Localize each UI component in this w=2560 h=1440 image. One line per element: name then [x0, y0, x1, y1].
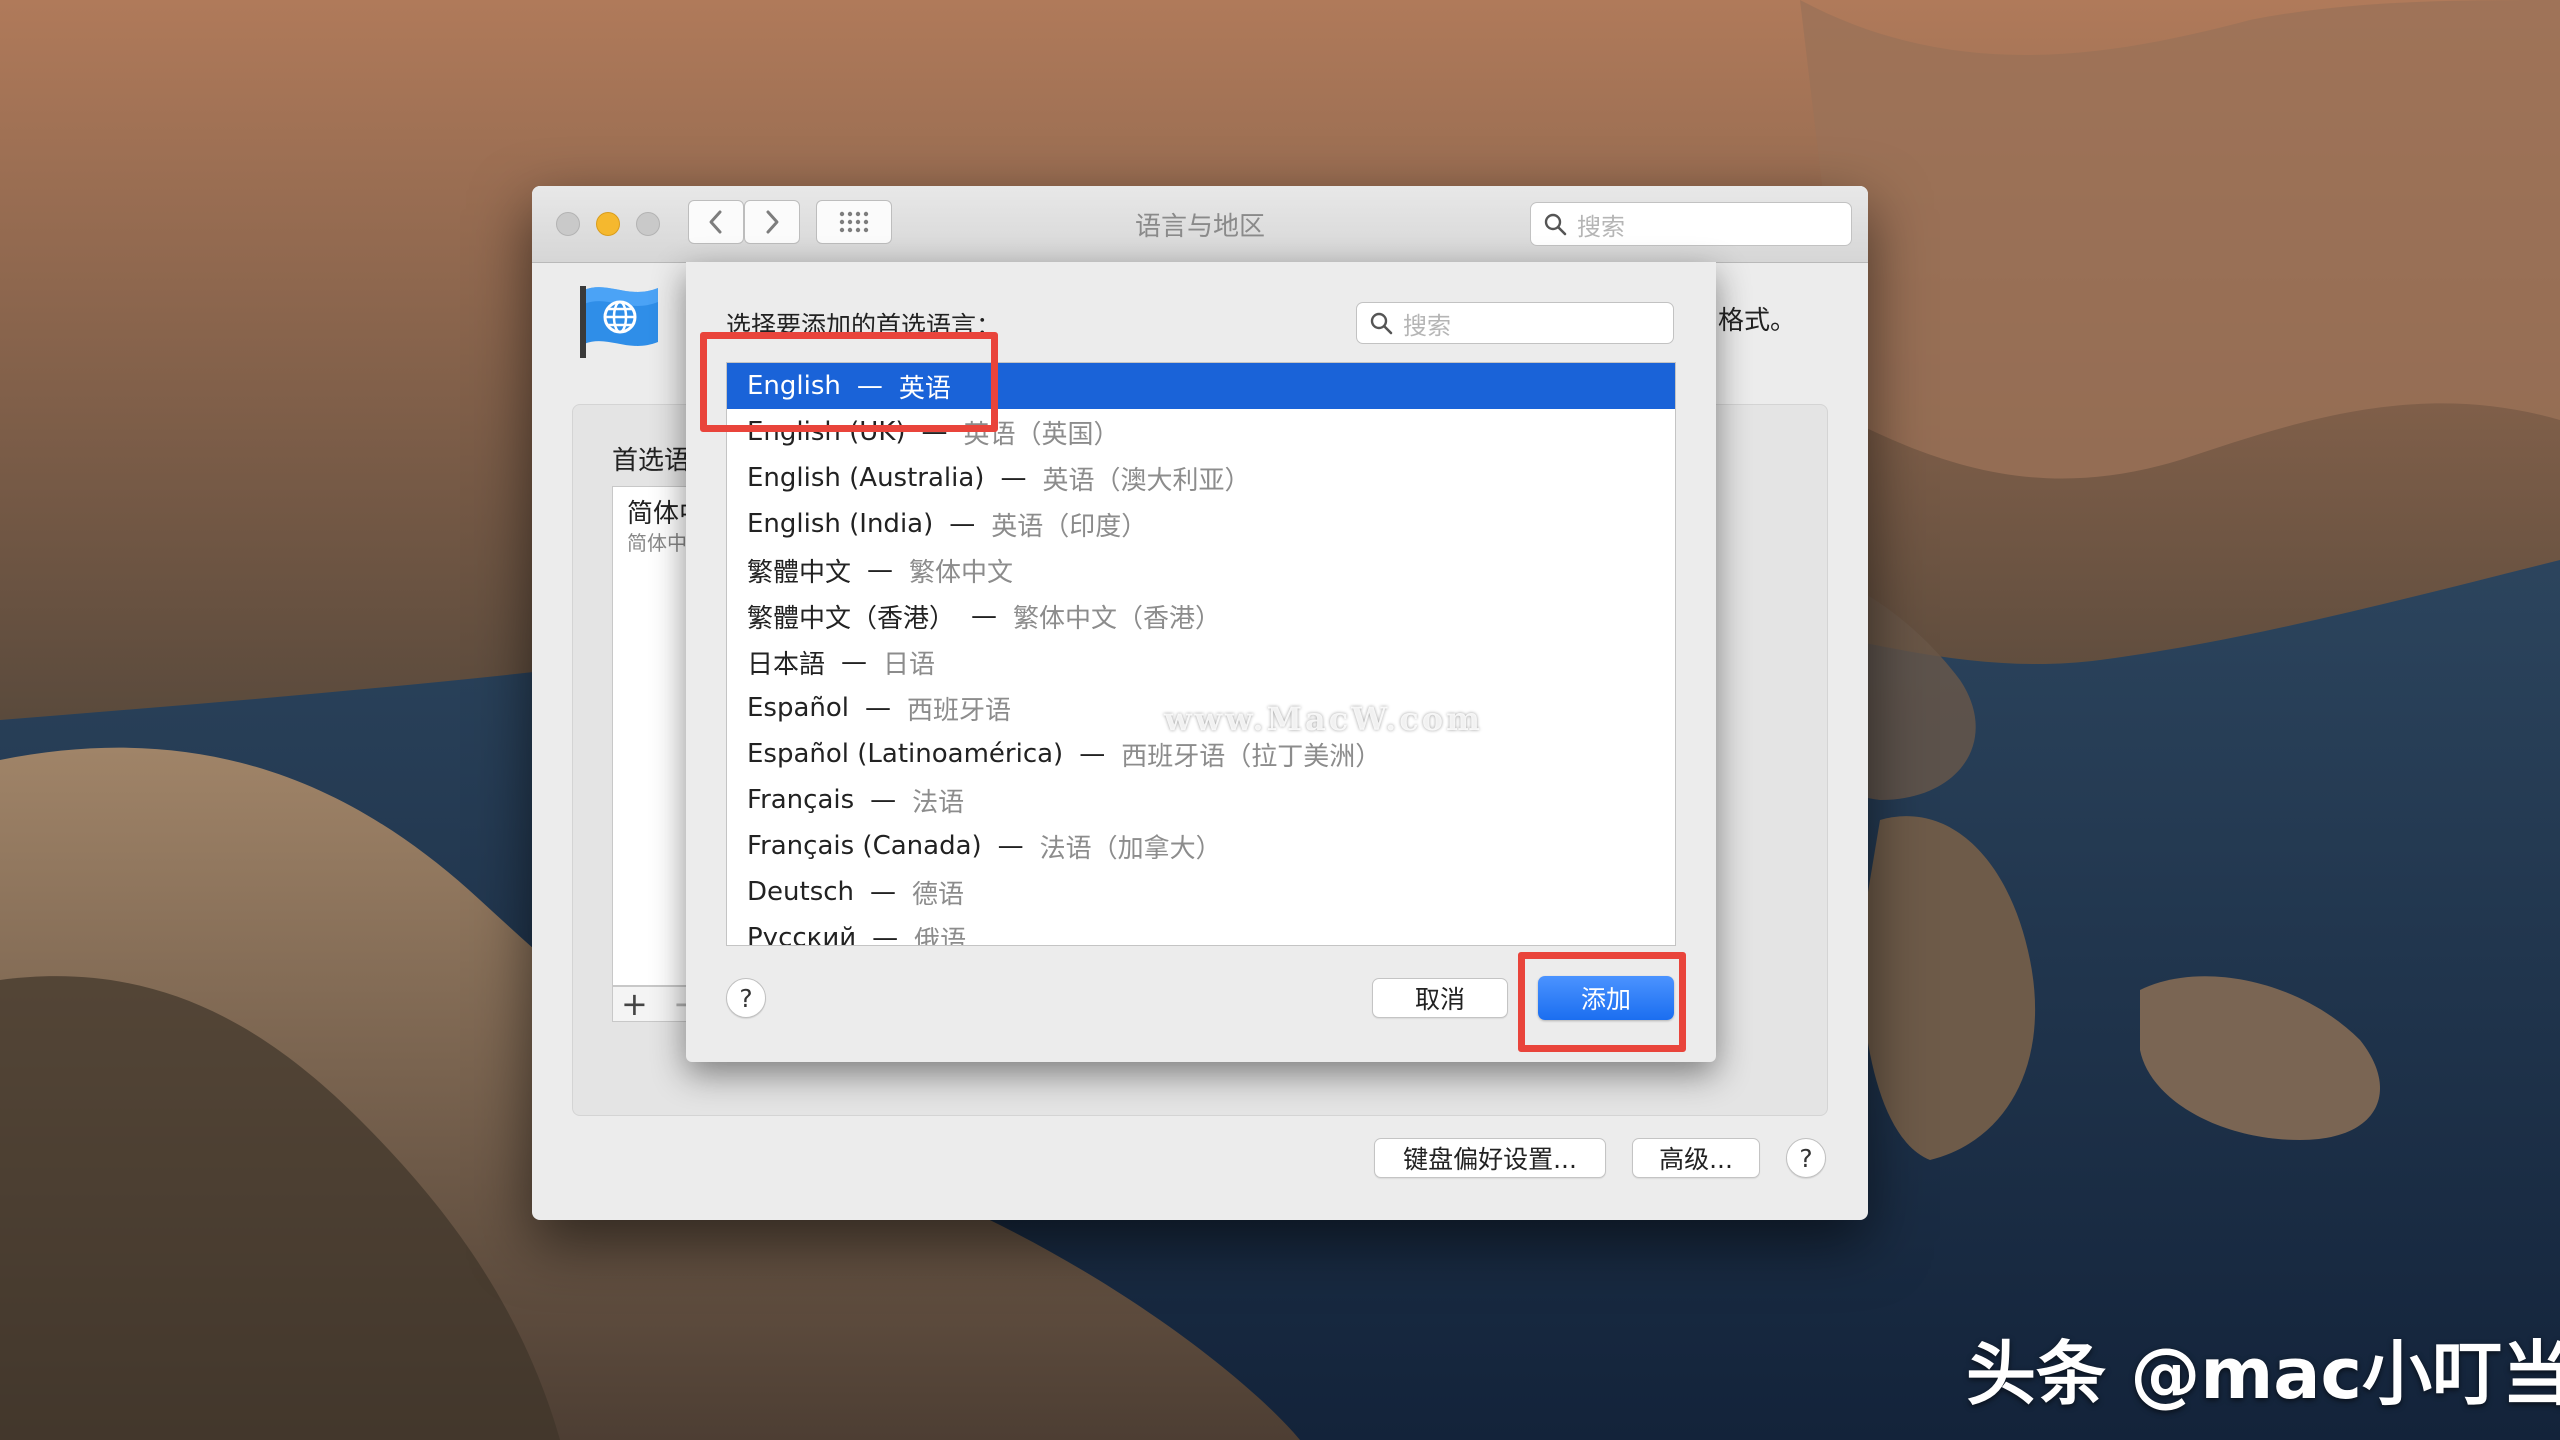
- language-native-name: English (Australia): [747, 463, 985, 493]
- language-localized-name: 俄语: [914, 925, 967, 946]
- language-localized-name: 德语: [912, 879, 965, 910]
- language-native-name: Español (Latinoamérica): [747, 739, 1064, 769]
- language-separator: —: [870, 785, 897, 815]
- language-native-name: Русский: [747, 923, 857, 946]
- window-help-button[interactable]: ?: [1786, 1138, 1826, 1178]
- language-separator: —: [872, 923, 899, 946]
- dialog-help-button[interactable]: ?: [726, 978, 766, 1018]
- language-separator: —: [867, 555, 894, 585]
- preferred-languages-label: 首选语: [612, 446, 691, 476]
- language-row[interactable]: English (Australia) — 英语（澳大利亚）: [727, 455, 1675, 501]
- language-search-placeholder: 搜索: [1403, 311, 1451, 340]
- language-localized-name: 西班牙语: [907, 695, 1012, 726]
- language-native-name: 日本語: [747, 649, 826, 680]
- watermark: www.MacW.com: [1104, 700, 1483, 738]
- language-localized-name: 英语（澳大利亚）: [1042, 465, 1251, 496]
- language-localized-name: 日语: [883, 649, 936, 680]
- language-localized-name: 繁体中文: [909, 557, 1014, 588]
- window-search-placeholder: 搜索: [1577, 212, 1625, 241]
- language-native-name: Español: [747, 693, 850, 723]
- language-search-field[interactable]: 搜索: [1356, 302, 1674, 344]
- add-language-button[interactable]: +: [621, 985, 648, 1023]
- language-localized-name: 西班牙语（拉丁美洲）: [1121, 741, 1382, 772]
- highlight-box-selected-language: [700, 332, 998, 432]
- monitor-icon: [1104, 702, 1148, 736]
- language-native-name: English (India): [747, 509, 934, 539]
- language-separator: —: [841, 647, 868, 677]
- language-separator: —: [865, 693, 892, 723]
- language-row[interactable]: 繁體中文（香港） — 繁体中文（香港）: [727, 593, 1675, 639]
- window-titlebar: 语言与地区 搜索: [532, 186, 1868, 263]
- language-native-name: Français (Canada): [747, 831, 982, 861]
- language-separator: —: [1079, 739, 1106, 769]
- language-row[interactable]: Français (Canada) — 法语（加拿大）: [727, 823, 1675, 869]
- search-icon: [1370, 312, 1393, 335]
- language-row[interactable]: 繁體中文 — 繁体中文: [727, 547, 1675, 593]
- language-separator: —: [971, 601, 998, 631]
- language-native-name: 繁體中文: [747, 557, 852, 588]
- language-row[interactable]: English (India) — 英语（印度）: [727, 501, 1675, 547]
- language-separator: —: [1000, 463, 1027, 493]
- language-row[interactable]: Deutsch — 德语: [727, 869, 1675, 915]
- language-localized-name: 繁体中文（香港）: [1013, 603, 1222, 634]
- highlight-box-add-button: [1518, 952, 1686, 1052]
- language-list[interactable]: English — 英语 English (UK) — 英语（英国） English (…: [726, 362, 1676, 946]
- language-localized-name: 英语（印度）: [991, 511, 1148, 542]
- cancel-button[interactable]: 取消: [1372, 978, 1508, 1018]
- formats-description: 格式。: [1718, 306, 1797, 336]
- language-separator: —: [949, 509, 976, 539]
- language-row[interactable]: Français — 法语: [727, 777, 1675, 823]
- language-row[interactable]: Русский — 俄语: [727, 915, 1675, 946]
- advanced-button[interactable]: 高级...: [1632, 1138, 1760, 1178]
- credit-text: 头条 @mac小叮当: [1966, 1333, 2560, 1415]
- preferred-language-subtitle: 简体中: [627, 531, 687, 555]
- window-search-field[interactable]: 搜索: [1530, 202, 1852, 246]
- language-separator: —: [997, 831, 1024, 861]
- language-native-name: Deutsch: [747, 877, 855, 907]
- keyboard-preferences-button[interactable]: 键盘偏好设置...: [1374, 1138, 1606, 1178]
- language-native-name: Français: [747, 785, 855, 815]
- language-row[interactable]: 日本語 — 日语: [727, 639, 1675, 685]
- language-localized-name: 法语: [912, 787, 965, 818]
- language-native-name: 繁體中文（香港）: [747, 603, 956, 634]
- language-localized-name: 法语（加拿大）: [1039, 833, 1222, 864]
- language-flag-icon: [580, 286, 658, 358]
- watermark-text: www.MacW.com: [1164, 700, 1483, 738]
- search-icon: [1544, 213, 1567, 236]
- language-separator: —: [870, 877, 897, 907]
